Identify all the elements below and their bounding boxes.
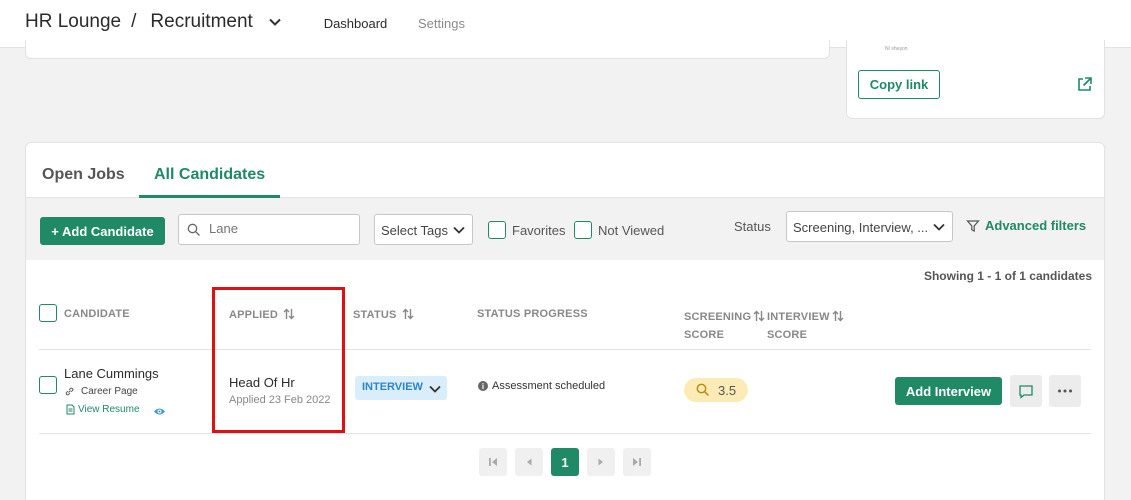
add-candidate-button[interactable]: + Add Candidate xyxy=(40,217,165,245)
link-icon xyxy=(65,387,74,396)
favorites-checkbox[interactable] xyxy=(488,221,506,239)
status-progress: i Assessment scheduled xyxy=(478,380,605,392)
column-screening-label: SCREENING xyxy=(684,311,752,323)
qr-caption: N/ sheşon xyxy=(885,46,908,52)
chevron-down-icon xyxy=(933,223,945,231)
info-icon: i xyxy=(478,381,488,391)
prev-page-icon xyxy=(527,458,532,466)
status-filter-label: Status xyxy=(734,219,771,234)
filter-toolbar: + Add Candidate Select Tags Favorites No… xyxy=(26,198,1104,260)
status-filter-value: Screening, Interview, ... xyxy=(793,220,929,235)
filter-icon xyxy=(966,219,980,232)
not-viewed-label: Not Viewed xyxy=(598,223,665,238)
first-page-button[interactable] xyxy=(479,448,507,476)
status-value: INTERVIEW xyxy=(362,381,423,393)
search-input[interactable] xyxy=(209,221,349,236)
eye-icon[interactable] xyxy=(153,404,166,422)
column-candidate: CANDIDATE xyxy=(64,308,130,320)
chevron-down-icon xyxy=(429,385,441,393)
comment-button[interactable] xyxy=(1010,375,1042,407)
breadcrumb: HR Lounge / Recruitment xyxy=(25,11,283,33)
document-icon xyxy=(66,404,75,415)
chevron-down-icon[interactable] xyxy=(267,14,283,30)
favorites-label: Favorites xyxy=(512,223,566,238)
copy-link-button[interactable]: Copy link xyxy=(858,70,940,99)
select-tags-dropdown[interactable]: Select Tags xyxy=(374,214,473,245)
candidate-tabs: Open Jobs All Candidates xyxy=(26,143,1104,198)
more-options-button[interactable] xyxy=(1049,375,1081,407)
last-page-button[interactable] xyxy=(623,448,651,476)
share-card: N/ sheşon Copy link xyxy=(846,40,1105,119)
search-box[interactable] xyxy=(178,214,360,245)
more-icon xyxy=(1058,389,1072,393)
column-interview-score[interactable]: INTERVIEW SCORE xyxy=(767,308,844,344)
page-1-button[interactable]: 1 xyxy=(551,448,579,476)
next-page-icon xyxy=(598,458,603,466)
external-link-icon[interactable] xyxy=(1076,76,1093,93)
breadcrumb-org[interactable]: HR Lounge xyxy=(25,11,121,33)
column-interview-label: INTERVIEW xyxy=(767,311,830,323)
column-screening-score[interactable]: SCREENING SCORE xyxy=(684,308,765,344)
select-all-checkbox[interactable] xyxy=(39,304,57,322)
status-progress-text: Assessment scheduled xyxy=(492,380,606,392)
row-divider xyxy=(39,433,1091,434)
screening-score-value: 3.5 xyxy=(718,383,737,398)
tab-open-jobs[interactable]: Open Jobs xyxy=(42,166,125,184)
candidate-name[interactable]: Lane Cummings xyxy=(64,366,159,381)
candidates-card: Open Jobs All Candidates + Add Candidate… xyxy=(25,142,1105,500)
add-interview-button[interactable]: Add Interview xyxy=(895,377,1002,405)
advanced-filters-label: Advanced filters xyxy=(985,218,1087,233)
search-icon xyxy=(696,383,709,396)
tab-all-candidates[interactable]: All Candidates xyxy=(139,166,281,198)
comment-icon xyxy=(1019,384,1033,399)
column-interview-label-2: SCORE xyxy=(767,329,808,341)
column-status[interactable]: STATUS xyxy=(353,308,414,321)
header-divider xyxy=(39,349,1091,350)
candidate-source-label: Career Page xyxy=(81,386,138,397)
select-tags-label: Select Tags xyxy=(381,223,448,238)
screening-score-badge: 3.5 xyxy=(684,378,748,402)
row-checkbox[interactable] xyxy=(39,376,57,394)
view-resume-link[interactable]: View Resume xyxy=(66,404,140,415)
not-viewed-checkbox[interactable] xyxy=(574,221,592,239)
breadcrumb-separator: / xyxy=(131,11,137,32)
sort-icon xyxy=(832,310,844,322)
status-filter-dropdown[interactable]: Screening, Interview, ... xyxy=(786,211,953,242)
overview-card xyxy=(25,40,830,59)
view-resume-label: View Resume xyxy=(78,404,140,415)
sort-icon xyxy=(753,310,765,322)
highlight-box xyxy=(212,287,345,433)
breadcrumb-section[interactable]: Recruitment xyxy=(150,11,252,33)
advanced-filters-button[interactable]: Advanced filters xyxy=(966,218,1086,233)
status-dropdown[interactable]: INTERVIEW xyxy=(355,376,447,400)
tab-all-candidates-label: All Candidates xyxy=(154,166,266,183)
chevron-down-icon xyxy=(453,226,465,234)
search-icon xyxy=(187,223,200,236)
sort-icon xyxy=(402,308,414,320)
column-screening-label-2: SCORE xyxy=(684,329,725,341)
column-status-progress: STATUS PROGRESS xyxy=(477,308,588,320)
column-status-label: STATUS xyxy=(353,309,397,321)
next-page-button[interactable] xyxy=(587,448,615,476)
candidate-source: Career Page xyxy=(64,386,138,397)
results-count: Showing 1 - 1 of 1 candidates xyxy=(923,269,1092,283)
first-page-icon xyxy=(489,458,497,466)
prev-page-button[interactable] xyxy=(515,448,543,476)
tab-settings[interactable]: Settings xyxy=(418,16,465,31)
last-page-icon xyxy=(633,458,641,466)
